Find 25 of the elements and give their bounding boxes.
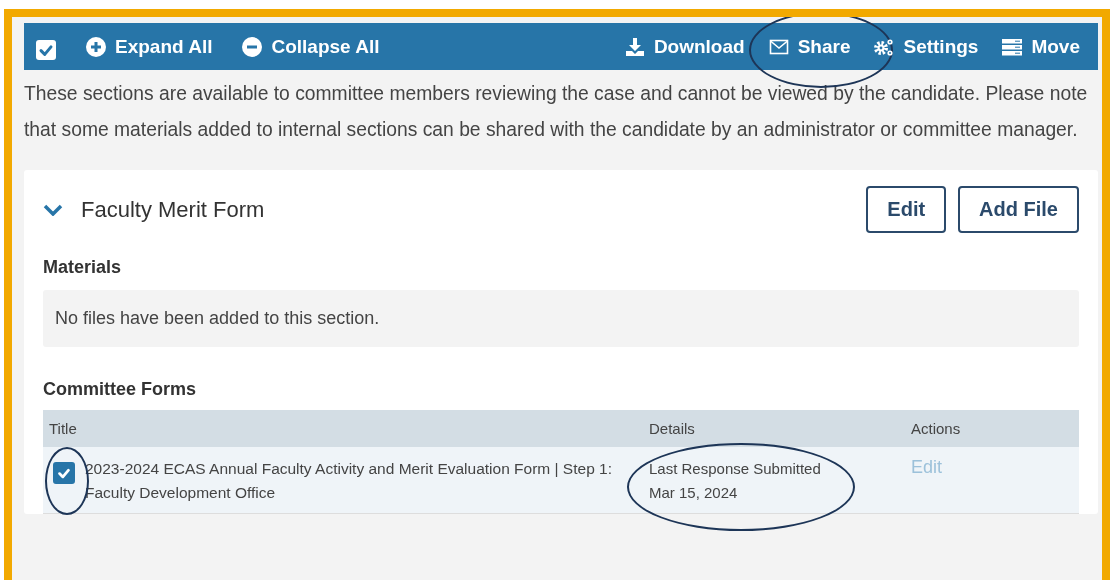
toolbar-button[interactable]: Collapse All [242, 35, 380, 58]
section-title: Faculty Merit Form [81, 196, 265, 223]
column-header: Title [48, 420, 78, 437]
toolbar-button[interactable]: Move [1002, 35, 1080, 58]
notice-text: These sections are available to committee members reviewing the case and cannot be viewed by the candidate. Please note that some materials added to internal sections can be shared with the candidate by an administrator or committee manager. [24, 82, 1089, 142]
checkbox[interactable] [36, 39, 56, 60]
toolbar-button[interactable]: Download [624, 35, 745, 58]
gears-icon [874, 36, 895, 57]
forms-heading: Committee Forms [43, 378, 198, 401]
column-header: Actions [910, 420, 962, 437]
toolbar-button[interactable]: Settings [874, 35, 979, 58]
minus-circle-icon [242, 36, 263, 57]
download-icon [624, 36, 645, 57]
outline-button[interactable]: Add File [958, 186, 1079, 233]
details-text: Last Response Submitted [649, 459, 821, 479]
toolbar-button[interactable]: Share [768, 35, 851, 58]
column-header: Details [648, 420, 696, 437]
materials-heading: Materials [43, 256, 123, 279]
details-text: Mar 15, 2024 [649, 483, 739, 503]
server-stack-icon [1002, 36, 1023, 57]
plus-circle-icon [86, 36, 106, 57]
outline-button[interactable]: Edit [866, 186, 947, 233]
toolbar-button[interactable]: Expand All [86, 35, 213, 58]
empty-message: No files have been added to this section. [43, 290, 1079, 347]
checkbox[interactable] [53, 462, 75, 484]
